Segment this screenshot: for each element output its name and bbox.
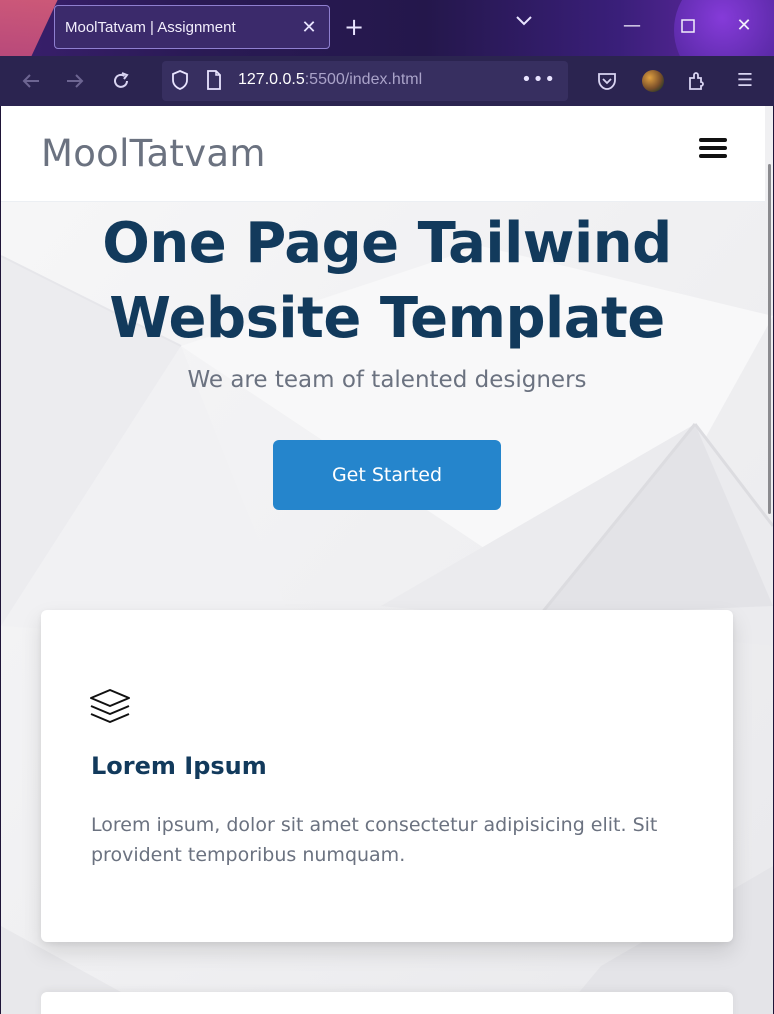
- site-header: MoolTatvam: [1, 106, 765, 202]
- window-minimize-icon[interactable]: —: [618, 12, 646, 40]
- feature-card: Lorem Ipsum Lorem ipsum, dolor sit amet …: [41, 610, 733, 942]
- url-text[interactable]: 127.0.0.5:5500/index.html: [238, 71, 422, 89]
- page-icon[interactable]: [206, 70, 224, 92]
- layers-icon: [89, 688, 131, 724]
- menu-icon[interactable]: ☰: [732, 68, 758, 94]
- titlebar-decoration-left: [0, 0, 58, 56]
- tab-title: MoolTatvam | Assignment: [65, 18, 236, 36]
- new-tab-icon[interactable]: +: [344, 13, 364, 41]
- tab-list-chevron-icon[interactable]: [516, 14, 532, 30]
- browser-navbar: 127.0.0.5:5500/index.html ••• ☰: [0, 56, 774, 106]
- url-bar[interactable]: 127.0.0.5:5500/index.html •••: [162, 61, 568, 101]
- feature-title: Lorem Ipsum: [91, 752, 267, 780]
- hero-title: One Page Tailwind Website Template: [102, 211, 672, 351]
- hamburger-menu-icon[interactable]: [699, 138, 729, 162]
- forward-arrow-icon[interactable]: [62, 68, 88, 94]
- feature-card-next: [41, 992, 733, 1014]
- url-host: 127.0.0.5: [238, 71, 305, 88]
- window-maximize-icon[interactable]: [674, 12, 702, 40]
- reload-icon[interactable]: [108, 68, 134, 94]
- browser-tab-active[interactable]: MoolTatvam | Assignment ✕: [54, 5, 330, 49]
- feature-description: Lorem ipsum, dolor sit amet consectetur …: [91, 814, 658, 866]
- more-icon[interactable]: •••: [521, 69, 556, 90]
- account-icon[interactable]: [642, 70, 664, 92]
- extensions-icon[interactable]: [686, 68, 712, 94]
- pocket-icon[interactable]: [596, 68, 622, 94]
- url-path: :5500/index.html: [304, 71, 423, 88]
- page-viewport: MoolTatvam One Page Tailwind Website Tem…: [1, 106, 773, 1014]
- back-arrow-icon[interactable]: [18, 68, 44, 94]
- shield-icon[interactable]: [170, 69, 192, 93]
- site-brand[interactable]: MoolTatvam: [41, 132, 266, 175]
- get-started-button[interactable]: Get Started: [273, 440, 501, 510]
- window-close-icon[interactable]: ✕: [730, 12, 758, 40]
- browser-titlebar: MoolTatvam | Assignment ✕ + — ✕: [0, 0, 774, 56]
- hero-subtitle: We are team of talented designers: [187, 367, 587, 393]
- tab-close-icon[interactable]: ✕: [299, 17, 319, 38]
